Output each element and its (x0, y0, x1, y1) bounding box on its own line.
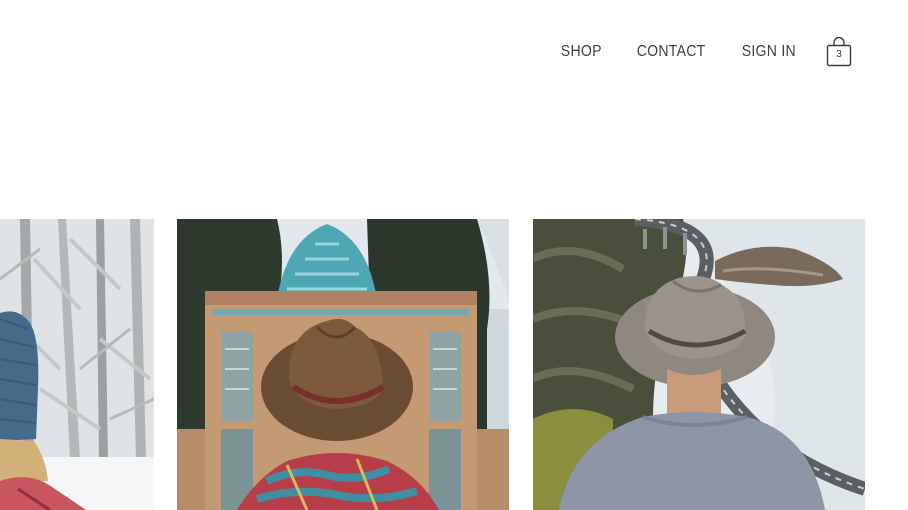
page: SHOP CONTACT SIGN IN 3 (0, 0, 908, 510)
top-nav: SHOP CONTACT SIGN IN 3 (558, 36, 852, 68)
cart-count-badge: 3 (836, 49, 842, 60)
coast-hat-photo (533, 219, 865, 510)
mosque-hat-photo (177, 219, 509, 510)
nav-shop-link[interactable]: SHOP (560, 43, 601, 61)
gallery-photo-snow-beanie[interactable] (0, 219, 154, 510)
snow-beanie-photo (0, 219, 154, 510)
gallery-photo-mosque-hat[interactable] (177, 219, 509, 510)
cart-button[interactable]: 3 (826, 37, 852, 67)
nav-contact-link[interactable]: CONTACT (637, 43, 706, 61)
nav-signin-link[interactable]: SIGN IN (742, 43, 796, 61)
gallery-photo-coast-hat[interactable] (533, 219, 865, 510)
